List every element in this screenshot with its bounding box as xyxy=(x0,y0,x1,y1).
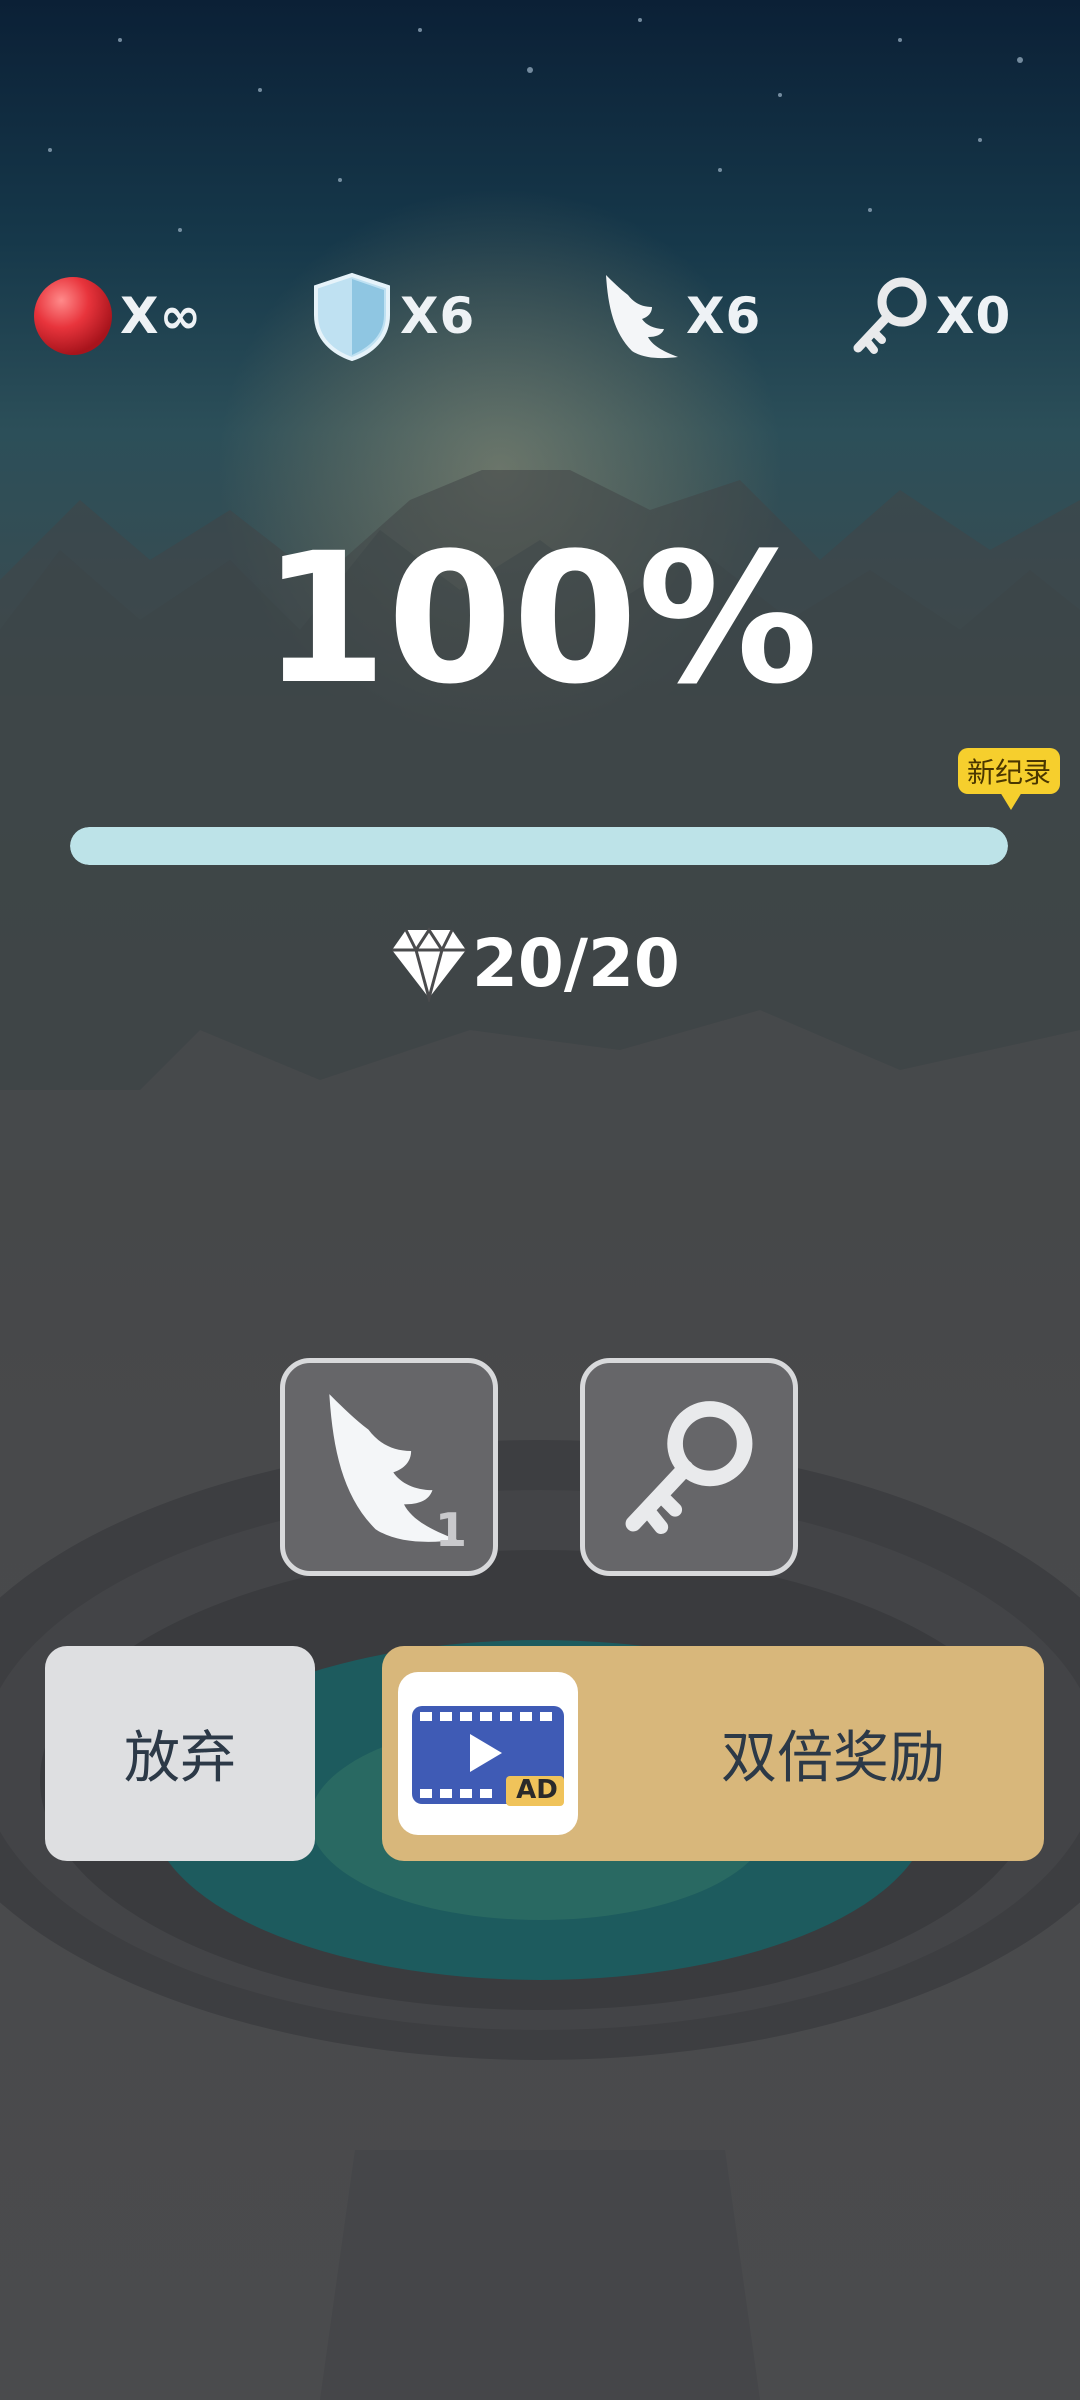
give-up-button[interactable]: 放弃 xyxy=(45,1646,315,1861)
wing-powerup-count: 1 xyxy=(434,1503,467,1557)
keys-counter: X0 xyxy=(850,268,1011,364)
gems-counter: 20/20 xyxy=(390,925,680,1002)
red-ball-icon xyxy=(34,277,112,355)
gems-count: 20/20 xyxy=(472,925,680,1002)
lives-counter: X∞ xyxy=(32,268,202,364)
double-reward-label: 双倍奖励 xyxy=(721,1726,945,1791)
diamond-icon xyxy=(392,926,466,1002)
shields-counter: X6 xyxy=(310,268,475,364)
lives-count: X∞ xyxy=(120,287,203,345)
video-ad-icon: AD xyxy=(398,1672,578,1835)
new-record-badge: 新纪录 xyxy=(958,748,1060,810)
wings-counter: X6 xyxy=(598,268,761,364)
wing-icon xyxy=(606,275,678,359)
wing-powerup-button[interactable]: 1 xyxy=(280,1358,498,1576)
keys-count: X0 xyxy=(936,287,1012,345)
wings-count: X6 xyxy=(686,287,762,345)
key-icon xyxy=(853,277,927,354)
tower-platform xyxy=(0,1440,1080,2400)
shield-icon xyxy=(314,272,390,361)
progress-bar xyxy=(70,827,1008,865)
key-powerup-button[interactable] xyxy=(580,1358,798,1576)
ad-badge-label: AD xyxy=(516,1775,558,1805)
key-icon xyxy=(625,1401,753,1535)
shields-count: X6 xyxy=(400,287,476,345)
progress-percent: 100% xyxy=(261,515,819,724)
double-reward-button[interactable]: AD 双倍奖励 xyxy=(382,1646,1044,1861)
progress-bar-fill xyxy=(70,827,1008,865)
